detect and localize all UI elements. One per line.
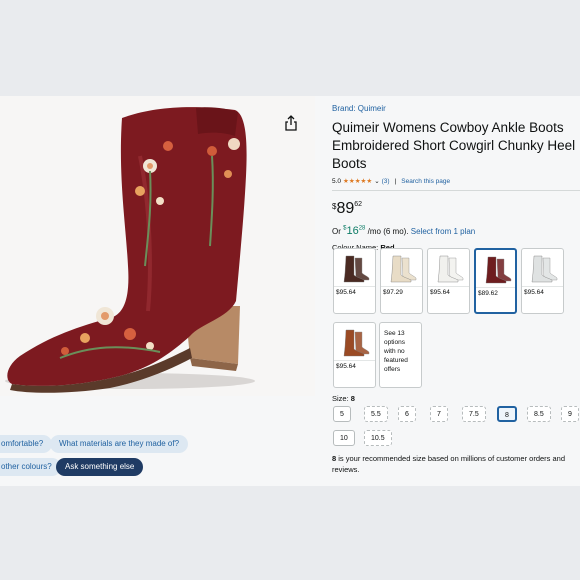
price: $ 89 62 xyxy=(332,200,580,217)
chip-other-colours[interactable]: other colours? xyxy=(0,458,61,476)
rating-row: 5.0 ★★★★★ ⌄ (3) | Search this page xyxy=(332,177,580,186)
boot-thumbnail-icon xyxy=(531,255,558,283)
swatch-price: $95.64 xyxy=(524,289,544,296)
product-image[interactable] xyxy=(0,96,315,396)
colour-swatch[interactable]: $95.64 xyxy=(427,248,470,314)
brand-link[interactable]: Brand: Quimeir xyxy=(332,104,580,113)
size-value: 8 xyxy=(350,394,355,403)
swatch-price: $97.29 xyxy=(383,289,403,296)
size-option[interactable]: 10.5 xyxy=(364,430,392,446)
price-cents: 62 xyxy=(354,201,363,208)
colour-swatch[interactable]: $95.64 xyxy=(333,322,376,388)
separator: | xyxy=(394,177,397,185)
size-option[interactable]: 7 xyxy=(430,406,448,422)
ask-something-else-button[interactable]: Ask something else xyxy=(56,458,144,476)
size-option[interactable]: 8.5 xyxy=(527,406,551,422)
colour-swatch[interactable]: $95.64 xyxy=(521,248,564,314)
product-title: Quimeir Womens Cowboy Ankle Boots Embroi… xyxy=(332,120,576,171)
size-recommendation: 8 is your recommended size based on mill… xyxy=(332,454,566,474)
see-more-options-button[interactable]: See 13 options with no featured offers xyxy=(379,322,422,388)
monthly-term: /mo (6 mo). xyxy=(367,227,409,236)
size-option[interactable]: 7.5 xyxy=(462,406,486,422)
swatch-divider xyxy=(428,286,469,287)
boot-thumbnail-icon xyxy=(485,256,512,284)
colour-swatch[interactable]: $89.62 xyxy=(474,248,517,314)
select-plan-link[interactable]: Select from 1 plan xyxy=(411,227,475,236)
size-option[interactable]: 5 xyxy=(333,406,351,422)
colour-swatch[interactable]: $95.64 xyxy=(333,248,376,314)
size-option[interactable]: 8 xyxy=(497,406,517,422)
swatch-price: $95.64 xyxy=(430,289,450,296)
monthly-or: Or xyxy=(332,227,341,236)
price-whole: 89 xyxy=(336,200,355,217)
swatch-divider xyxy=(381,286,422,287)
star-rating-icon[interactable]: ★★★★★ xyxy=(343,177,372,185)
size-label: Size: 8 xyxy=(332,394,355,403)
swatch-divider xyxy=(334,360,375,361)
chip-comfortable[interactable]: omfortable? xyxy=(0,435,53,453)
size-option[interactable]: 10 xyxy=(333,430,355,446)
swatch-price: $95.64 xyxy=(336,363,356,370)
swatch-divider xyxy=(334,286,375,287)
monthly-price: $1628 xyxy=(343,225,366,237)
size-option[interactable]: 6 xyxy=(398,406,416,422)
divider xyxy=(332,190,580,191)
boot-thumbnail-icon xyxy=(437,255,464,283)
product-page: omfortable? What materials are they made… xyxy=(0,96,580,486)
swatch-divider xyxy=(522,286,563,287)
product-details: Brand: Quimeir Quimeir Womens Cowboy Ank… xyxy=(332,104,580,252)
swatch-price: $95.64 xyxy=(336,289,356,296)
colour-swatch[interactable]: $97.29 xyxy=(380,248,423,314)
share-icon[interactable] xyxy=(283,114,299,132)
rating-value: 5.0 xyxy=(332,177,342,185)
swatch-divider xyxy=(476,287,515,288)
boot-image xyxy=(0,96,315,396)
chip-materials[interactable]: What materials are they made of? xyxy=(50,435,189,453)
search-this-page-link[interactable]: Search this page xyxy=(401,178,450,185)
size-option[interactable]: 9 xyxy=(561,406,579,422)
boot-thumbnail-icon xyxy=(343,255,370,283)
boot-thumbnail-icon xyxy=(343,329,370,357)
rating-count[interactable]: (3) xyxy=(382,178,390,185)
boot-thumbnail-icon xyxy=(390,255,417,283)
size-option[interactable]: 5.5 xyxy=(364,406,388,422)
chevron-down-icon[interactable]: ⌄ xyxy=(374,177,379,185)
swatch-price: $89.62 xyxy=(478,290,498,297)
monthly-payment: Or $1628 /mo (6 mo). Select from 1 plan xyxy=(332,225,580,237)
